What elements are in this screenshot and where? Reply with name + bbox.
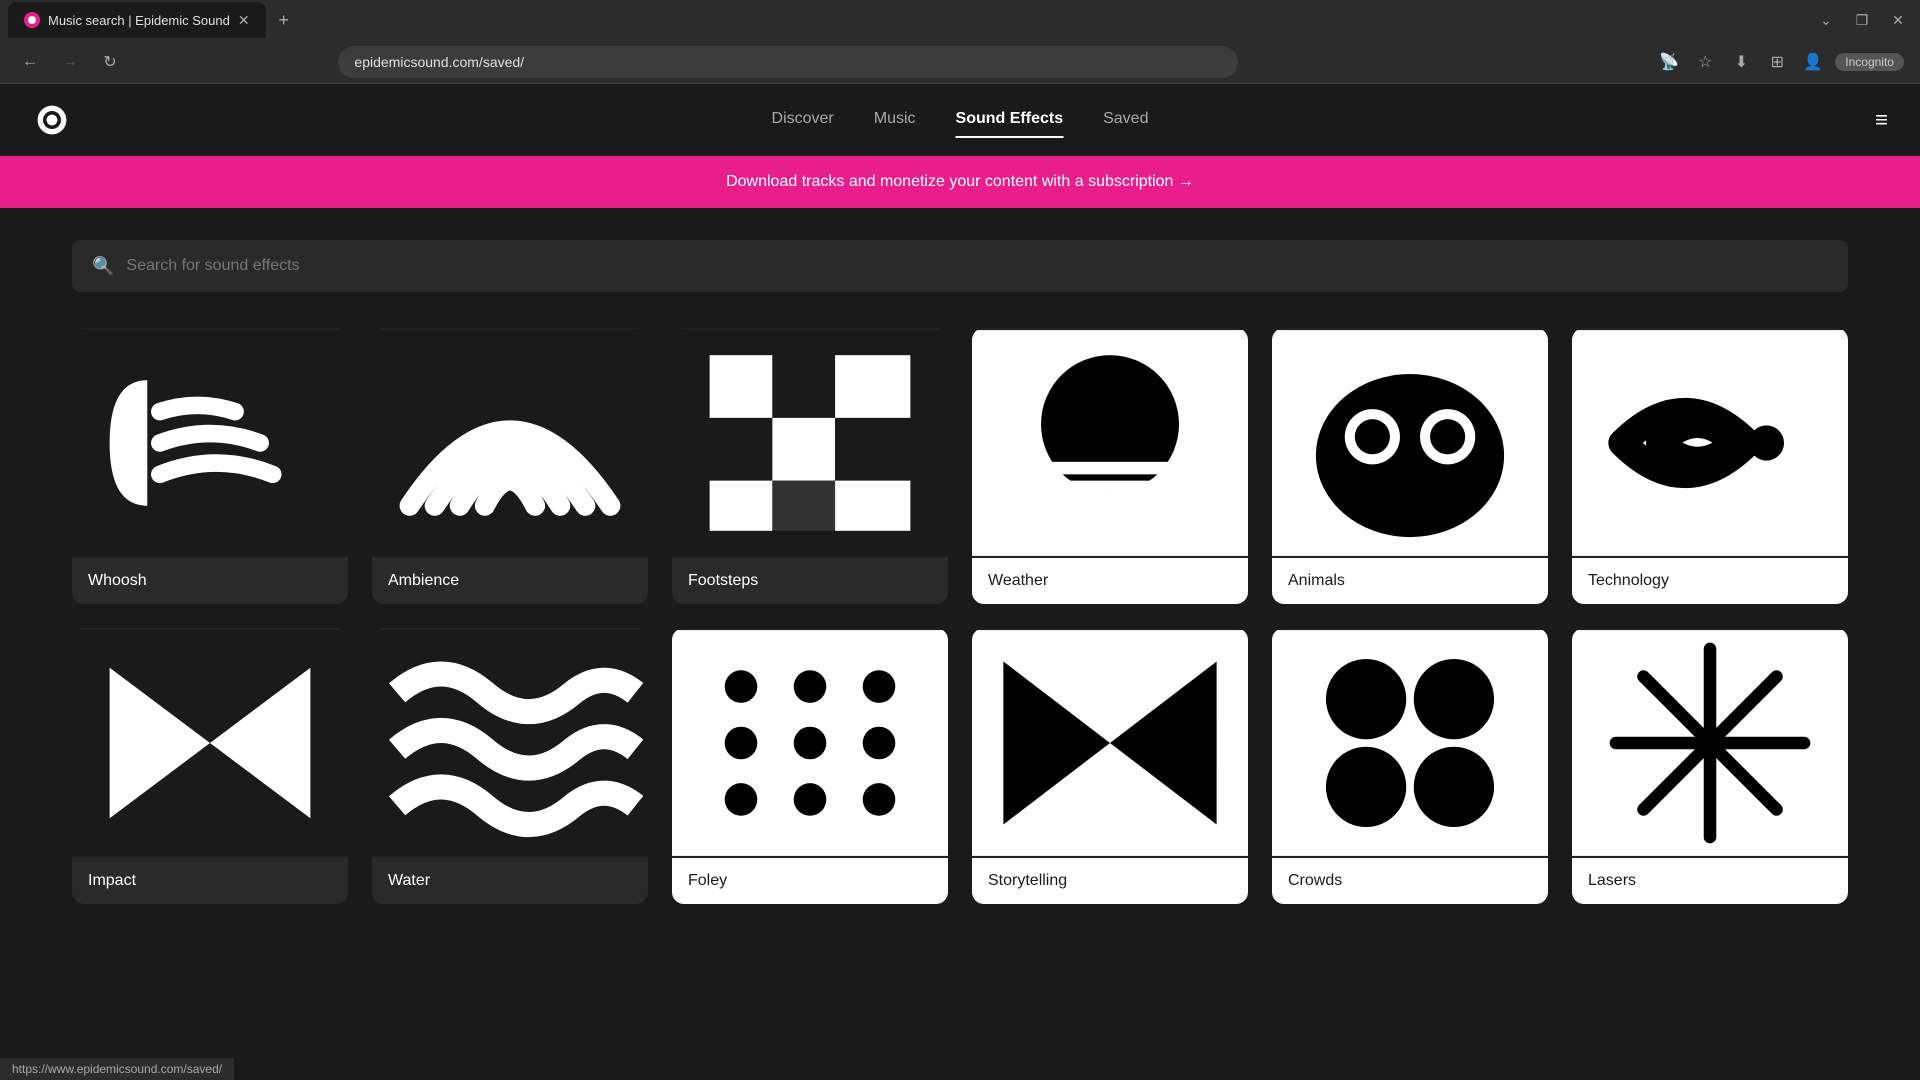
window-controls: ⌄ ❐ ✕ — [1812, 6, 1912, 34]
category-card-whoosh[interactable]: Whoosh — [72, 328, 348, 604]
category-grid: Whoosh Ambience — [72, 328, 1848, 904]
profile-button[interactable]: 👤 — [1799, 48, 1827, 76]
category-card-water[interactable]: Water — [372, 628, 648, 904]
incognito-badge[interactable]: Incognito — [1835, 53, 1904, 71]
footsteps-image — [672, 328, 948, 558]
tab-title: Music search | Epidemic Sound — [48, 13, 230, 28]
category-card-crowds[interactable]: Crowds — [1272, 628, 1548, 904]
nav-discover[interactable]: Discover — [772, 102, 834, 138]
app: Discover Music Sound Effects Saved ≡ Dow… — [0, 84, 1920, 1080]
category-card-ambience[interactable]: Ambience — [372, 328, 648, 604]
app-nav: Discover Music Sound Effects Saved ≡ — [0, 84, 1920, 156]
browser-actions: 📡 ☆ ⬇ ⊞ 👤 Incognito — [1655, 48, 1904, 76]
bookmark-button[interactable]: ☆ — [1691, 48, 1719, 76]
technology-label: Technology — [1572, 558, 1848, 604]
water-image — [372, 628, 648, 858]
weather-image — [972, 328, 1248, 558]
browser-back-button[interactable]: ← — [16, 48, 44, 76]
browser-tabs: Music search | Epidemic Sound ✕ + — [8, 0, 1812, 40]
lasers-label: Lasers — [1572, 858, 1848, 904]
new-tab-button[interactable]: + — [270, 6, 298, 34]
window-close-button[interactable]: ✕ — [1884, 6, 1912, 34]
search-input[interactable] — [126, 257, 1828, 275]
crowds-image — [1272, 628, 1548, 858]
ambience-label: Ambience — [372, 558, 648, 604]
storytelling-image — [972, 628, 1248, 858]
browser-forward-button[interactable]: → — [56, 48, 84, 76]
window-minimize-button[interactable]: ⌄ — [1812, 6, 1840, 34]
crowds-label: Crowds — [1272, 858, 1548, 904]
whoosh-image — [72, 328, 348, 558]
window-restore-button[interactable]: ❐ — [1848, 6, 1876, 34]
url-display: epidemicsound.com/saved/ — [354, 54, 524, 70]
app-logo[interactable] — [32, 100, 72, 140]
category-card-technology[interactable]: Technology — [1572, 328, 1848, 604]
category-card-storytelling[interactable]: Storytelling — [972, 628, 1248, 904]
download-button[interactable]: ⬇ — [1727, 48, 1755, 76]
impact-image — [72, 628, 348, 858]
category-card-footsteps[interactable]: Footsteps — [672, 328, 948, 604]
nav-music[interactable]: Music — [874, 102, 916, 138]
category-card-foley[interactable]: Foley — [672, 628, 948, 904]
water-label: Water — [372, 858, 648, 904]
search-bar[interactable]: 🔍 — [72, 240, 1848, 292]
browser-chrome: Music search | Epidemic Sound ✕ + ⌄ ❐ ✕ … — [0, 0, 1920, 84]
promo-banner-text: Download tracks and monetize your conten… — [726, 173, 1194, 191]
browser-addressbar: ← → ↻ epidemicsound.com/saved/ 📡 ☆ ⬇ ⊞ 👤… — [0, 40, 1920, 84]
technology-image — [1572, 328, 1848, 558]
address-bar[interactable]: epidemicsound.com/saved/ — [338, 46, 1238, 78]
nav-menu-button[interactable]: ≡ — [1875, 107, 1888, 133]
status-bar: https://www.epidemicsound.com/saved/ — [0, 1058, 234, 1080]
whoosh-label: Whoosh — [72, 558, 348, 604]
animals-image — [1272, 328, 1548, 558]
browser-refresh-button[interactable]: ↻ — [96, 48, 124, 76]
weather-label: Weather — [972, 558, 1248, 604]
category-card-animals[interactable]: Animals — [1272, 328, 1548, 604]
promo-banner[interactable]: Download tracks and monetize your conten… — [0, 156, 1920, 208]
tab-close-button[interactable]: ✕ — [238, 12, 250, 29]
tab-favicon — [24, 12, 40, 28]
main-content: 🔍 Whoosh — [0, 208, 1920, 1080]
browser-tab-active[interactable]: Music search | Epidemic Sound ✕ — [8, 2, 266, 38]
nav-sound-effects[interactable]: Sound Effects — [956, 102, 1064, 138]
ambience-image — [372, 328, 648, 558]
status-url: https://www.epidemicsound.com/saved/ — [12, 1062, 222, 1076]
tab-search-button[interactable]: ⊞ — [1763, 48, 1791, 76]
epidemic-sound-logo-icon — [34, 102, 70, 138]
nav-links: Discover Music Sound Effects Saved — [772, 102, 1149, 138]
cast-button[interactable]: 📡 — [1655, 48, 1683, 76]
nav-saved[interactable]: Saved — [1103, 102, 1148, 138]
storytelling-label: Storytelling — [972, 858, 1248, 904]
lasers-image — [1572, 628, 1848, 858]
search-icon: 🔍 — [92, 256, 114, 277]
foley-image — [672, 628, 948, 858]
foley-label: Foley — [672, 858, 948, 904]
category-card-weather[interactable]: Weather — [972, 328, 1248, 604]
footsteps-label: Footsteps — [672, 558, 948, 604]
animals-label: Animals — [1272, 558, 1548, 604]
category-card-lasers[interactable]: Lasers — [1572, 628, 1848, 904]
impact-label: Impact — [72, 858, 348, 904]
browser-titlebar: Music search | Epidemic Sound ✕ + ⌄ ❐ ✕ — [0, 0, 1920, 40]
category-card-impact[interactable]: Impact — [72, 628, 348, 904]
